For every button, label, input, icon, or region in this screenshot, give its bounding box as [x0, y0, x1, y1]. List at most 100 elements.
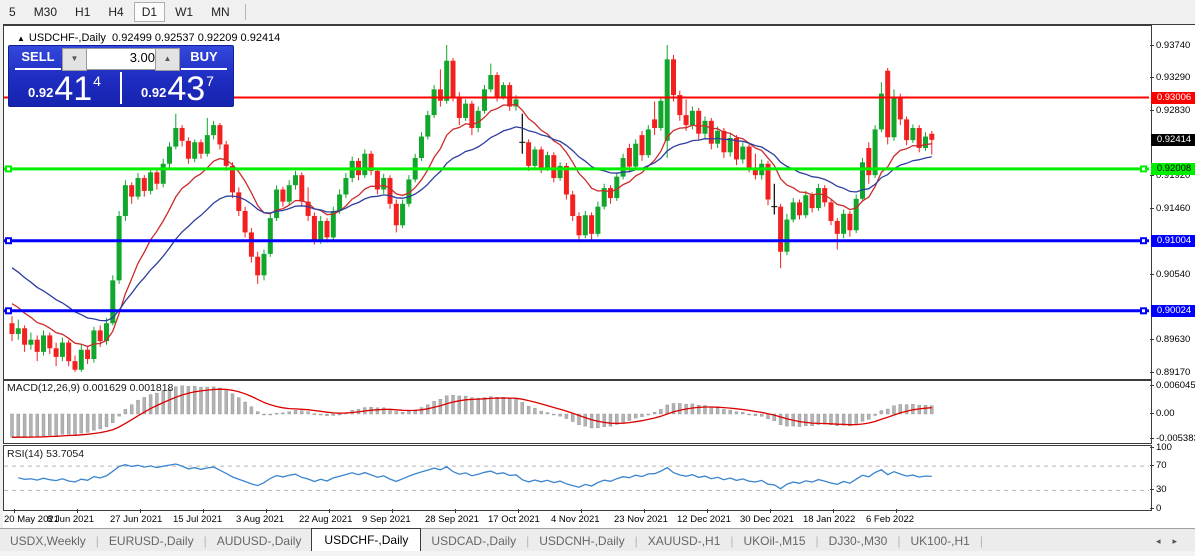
tab-eurusd-daily[interactable]: EURUSD-,Daily — [99, 530, 204, 552]
date-axis-label: 28 Sep 2021 — [425, 514, 479, 525]
macd-axis-tick — [1150, 438, 1154, 439]
price-axis-label: 0.93290 — [1156, 72, 1190, 83]
price-axis-tick — [1150, 372, 1154, 373]
price-axis-tick — [1150, 45, 1154, 46]
status-strip — [0, 551, 1195, 556]
price-axis-label: 0.92830 — [1156, 105, 1190, 116]
price-badge: 0.92414 — [1151, 134, 1195, 146]
rsi-axis-label: 30 — [1156, 484, 1167, 495]
tab-audusd-daily[interactable]: AUDUSD-,Daily — [207, 530, 312, 552]
date-axis-tick — [896, 509, 897, 513]
macd-pane — [3, 380, 1152, 444]
tab-usdx-weekly[interactable]: USDX,Weekly — [0, 530, 96, 552]
tab-dj30-m30[interactable]: DJ30-,M30 — [819, 530, 898, 552]
tab-uk100-h1[interactable]: UK100-,H1 — [900, 530, 979, 552]
rsi-axis-label: 100 — [1156, 442, 1172, 453]
tab-scroll-arrows[interactable]: ◂▸ — [1156, 536, 1189, 547]
scroll-left-icon: ◂ — [1156, 536, 1173, 546]
date-axis-tick — [581, 509, 582, 513]
buy-button[interactable]: BUY — [181, 49, 227, 64]
date-axis-tick — [14, 509, 15, 513]
date-axis-tick — [455, 509, 456, 513]
timeframe-button-mn[interactable]: MN — [203, 2, 238, 22]
chart-tabs-bar: USDX,Weekly|EURUSD-,Daily|AUDUSD-,DailyU… — [0, 528, 1195, 552]
rsi-line — [18, 464, 932, 489]
price-badge: 0.92008 — [1151, 163, 1195, 175]
scroll-right-icon: ▸ — [1172, 536, 1189, 546]
date-axis-tick — [518, 509, 519, 513]
date-axis-tick — [77, 509, 78, 513]
collapse-triangle-icon[interactable]: ▲ — [17, 34, 25, 43]
macd-axis-label: 0.00 — [1156, 408, 1175, 419]
timeframe-button-w1[interactable]: W1 — [167, 2, 201, 22]
timeframe-button-d1[interactable]: D1 — [134, 2, 165, 22]
tab-usdcad-daily[interactable]: USDCAD-,Daily — [421, 530, 526, 552]
rsi-axis-tick — [1150, 508, 1154, 509]
tab-divider: | — [980, 530, 983, 552]
macd-axis-tick — [1150, 413, 1154, 414]
macd-plot — [4, 381, 1149, 441]
tab-ukoil-m15[interactable]: UKOil-,M15 — [734, 530, 816, 552]
toolbar-separator — [245, 4, 246, 20]
sell-button[interactable]: SELL — [15, 49, 61, 64]
chart-title: ▲USDCHF-,Daily 0.92499 0.92537 0.92209 0… — [17, 32, 280, 44]
trading-terminal-window: 5M30H1H4D1W1MN ▲USDCHF-,Daily 0.92499 0.… — [0, 0, 1195, 556]
volume-decrease-button[interactable]: ▼ — [62, 48, 87, 71]
price-axis-tick — [1150, 77, 1154, 78]
date-axis-tick — [833, 509, 834, 513]
date-axis-label: 4 Nov 2021 — [551, 514, 600, 525]
chevron-down-icon: ▼ — [71, 54, 79, 63]
price-axis-tick — [1150, 175, 1154, 176]
price-axis-label: 0.93740 — [1156, 40, 1190, 51]
date-axis-tick — [644, 509, 645, 513]
date-axis-label: 23 Nov 2021 — [614, 514, 668, 525]
timeframe-button-m30[interactable]: M30 — [26, 2, 65, 22]
timeframe-toolbar: 5M30H1H4D1W1MN — [0, 0, 1195, 23]
price-axis-label: 0.91460 — [1156, 203, 1190, 214]
date-axis-label: 8 Jun 2021 — [47, 514, 94, 525]
chart-window: ▲USDCHF-,Daily 0.92499 0.92537 0.92209 0… — [3, 24, 1195, 529]
date-axis-label: 27 Jun 2021 — [110, 514, 162, 525]
volume-input[interactable]: 3.00 — [86, 48, 161, 70]
macd-label: MACD(12,26,9) 0.001629 0.001818 — [7, 382, 173, 394]
date-axis-label: 15 Jul 2021 — [173, 514, 222, 525]
rsi-axis-tick — [1150, 465, 1154, 466]
date-axis-label: 22 Aug 2021 — [299, 514, 352, 525]
tab-usdcnh-daily[interactable]: USDCNH-,Daily — [529, 530, 634, 552]
rsi-axis-label: 70 — [1156, 460, 1167, 471]
macd-axis-label: 0.006045 — [1156, 380, 1195, 391]
timeframe-button-h1[interactable]: H1 — [67, 2, 98, 22]
price-axis-label: 0.90540 — [1156, 269, 1190, 280]
volume-increase-button[interactable]: ▲ — [155, 48, 180, 71]
price-axis-label: 0.89170 — [1156, 367, 1190, 378]
sell-price[interactable]: 0.92414 — [9, 70, 120, 106]
date-axis-tick — [140, 509, 141, 513]
price-badge: 0.90024 — [1151, 305, 1195, 317]
price-axis-tick — [1150, 339, 1154, 340]
tab-xauusd-h1[interactable]: XAUUSD-,H1 — [638, 530, 731, 552]
rsi-label: RSI(14) 53.7054 — [7, 448, 84, 460]
date-axis-tick — [392, 509, 393, 513]
date-axis-label: 18 Jan 2022 — [803, 514, 855, 525]
rsi-pane — [3, 445, 1152, 511]
date-axis-label: 30 Dec 2021 — [740, 514, 794, 525]
ohlc-high: 0.92537 — [155, 32, 195, 44]
macd-axis-tick — [1150, 385, 1154, 386]
chevron-up-icon: ▲ — [164, 54, 172, 63]
buy-price[interactable]: 0.92437 — [122, 70, 233, 106]
one-click-trade-panel: SELL ▼ 3.00 ▲ BUY 0.92414 0.92437 — [8, 45, 234, 107]
price-axis-label: 0.89630 — [1156, 334, 1190, 345]
timeframe-button-h4[interactable]: H4 — [100, 2, 131, 22]
rsi-plot — [4, 446, 1149, 508]
timeframe-button-5[interactable]: 5 — [1, 2, 24, 22]
ohlc-close: 0.92414 — [241, 32, 281, 44]
moving-average-slow — [12, 127, 932, 321]
ohlc-low: 0.92209 — [198, 32, 238, 44]
date-axis-tick — [329, 509, 330, 513]
symbol-label: USDCHF-,Daily — [29, 32, 106, 44]
date-axis-tick — [266, 509, 267, 513]
tab-usdchf-daily[interactable]: USDCHF-,Daily — [311, 528, 421, 552]
date-axis-label: 9 Sep 2021 — [362, 514, 411, 525]
date-axis-label: 17 Oct 2021 — [488, 514, 540, 525]
rsi-axis-tick — [1150, 447, 1154, 448]
